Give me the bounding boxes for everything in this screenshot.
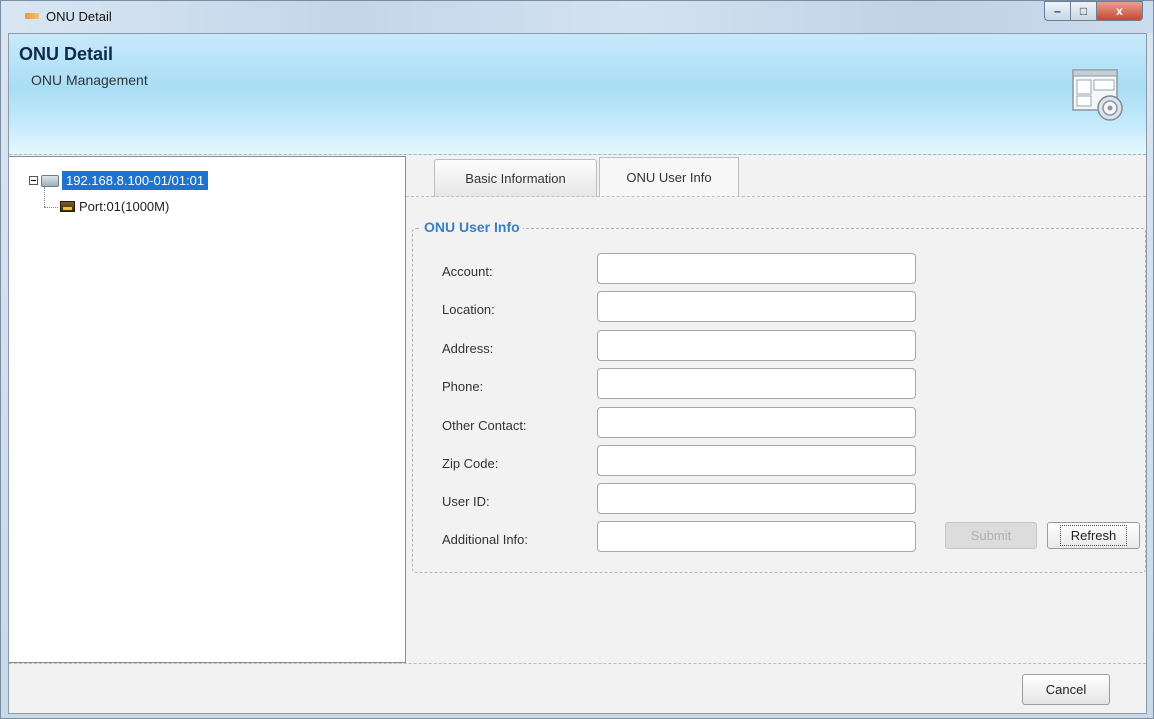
- address-label: Address:: [442, 341, 494, 356]
- phone-field[interactable]: [597, 368, 916, 399]
- user-id-field[interactable]: [597, 483, 916, 514]
- group-title: ONU User Info: [421, 219, 523, 235]
- minimize-icon: –: [1054, 4, 1061, 18]
- device-tree[interactable]: 192.168.8.100-01/01:01 Port:01(1000M): [9, 156, 406, 663]
- tree-connector: [44, 187, 45, 207]
- tab-label: ONU User Info: [626, 170, 712, 185]
- tab-strip-divider: [406, 196, 1146, 197]
- dialog-client-area: ONU Detail ONU Management 192.168.8.100-…: [8, 33, 1147, 714]
- account-field[interactable]: [597, 253, 916, 284]
- app-icon: [25, 13, 39, 19]
- close-icon: x: [1116, 4, 1123, 18]
- collapse-icon[interactable]: [29, 176, 38, 185]
- header-banner: ONU Detail ONU Management: [9, 34, 1146, 155]
- maximize-icon: □: [1079, 4, 1088, 18]
- cancel-button[interactable]: Cancel: [1022, 674, 1110, 705]
- user-id-label: User ID:: [442, 494, 490, 509]
- cancel-button-label: Cancel: [1045, 682, 1087, 697]
- maximize-button[interactable]: □: [1071, 1, 1097, 21]
- other-contact-label: Other Contact:: [442, 418, 527, 433]
- tree-connector: [44, 207, 58, 208]
- address-field[interactable]: [597, 330, 916, 361]
- additional-info-field[interactable]: [597, 521, 916, 552]
- refresh-button[interactable]: Refresh: [1047, 522, 1140, 549]
- other-contact-field[interactable]: [597, 407, 916, 438]
- additional-info-label: Additional Info:: [442, 532, 529, 547]
- tab-onu-user-info[interactable]: ONU User Info: [599, 157, 739, 197]
- page-title: ONU Detail: [19, 44, 114, 64]
- submit-button[interactable]: Submit: [945, 522, 1037, 549]
- account-label: Account:: [442, 264, 493, 279]
- window-settings-icon: [1072, 69, 1123, 121]
- phone-label: Phone:: [442, 379, 484, 394]
- port-icon: [60, 201, 75, 212]
- location-field[interactable]: [597, 291, 916, 322]
- minimize-button[interactable]: –: [1044, 1, 1071, 21]
- refresh-button-label: Refresh: [1059, 525, 1128, 546]
- close-button[interactable]: x: [1097, 1, 1143, 21]
- tree-node-port[interactable]: Port:01(1000M): [60, 199, 169, 214]
- device-icon: [41, 174, 59, 187]
- tab-label: Basic Information: [465, 171, 566, 186]
- detail-panel: Basic Information ONU User Info ONU User…: [406, 156, 1146, 663]
- window-title: ONU Detail: [46, 9, 112, 24]
- tree-node-root[interactable]: 192.168.8.100-01/01:01: [29, 171, 209, 190]
- location-label: Location:: [442, 302, 495, 317]
- tab-basic-information[interactable]: Basic Information: [434, 159, 597, 197]
- onu-user-info-group: ONU User Info Account: Location: Address…: [412, 219, 1146, 573]
- tree-node-root-label[interactable]: 192.168.8.100-01/01:01: [62, 171, 209, 190]
- title-bar[interactable]: ONU Detail – □ x: [1, 1, 1153, 33]
- zip-code-label: Zip Code:: [442, 456, 499, 471]
- tree-node-port-label[interactable]: Port:01(1000M): [79, 199, 169, 214]
- onu-detail-window: ONU Detail – □ x ONU Detail ONU Manageme…: [0, 0, 1154, 719]
- footer-divider: [9, 663, 1146, 664]
- page-subtitle: ONU Management: [31, 72, 148, 88]
- window-controls: – □ x: [1044, 1, 1143, 21]
- zip-code-field[interactable]: [597, 445, 916, 476]
